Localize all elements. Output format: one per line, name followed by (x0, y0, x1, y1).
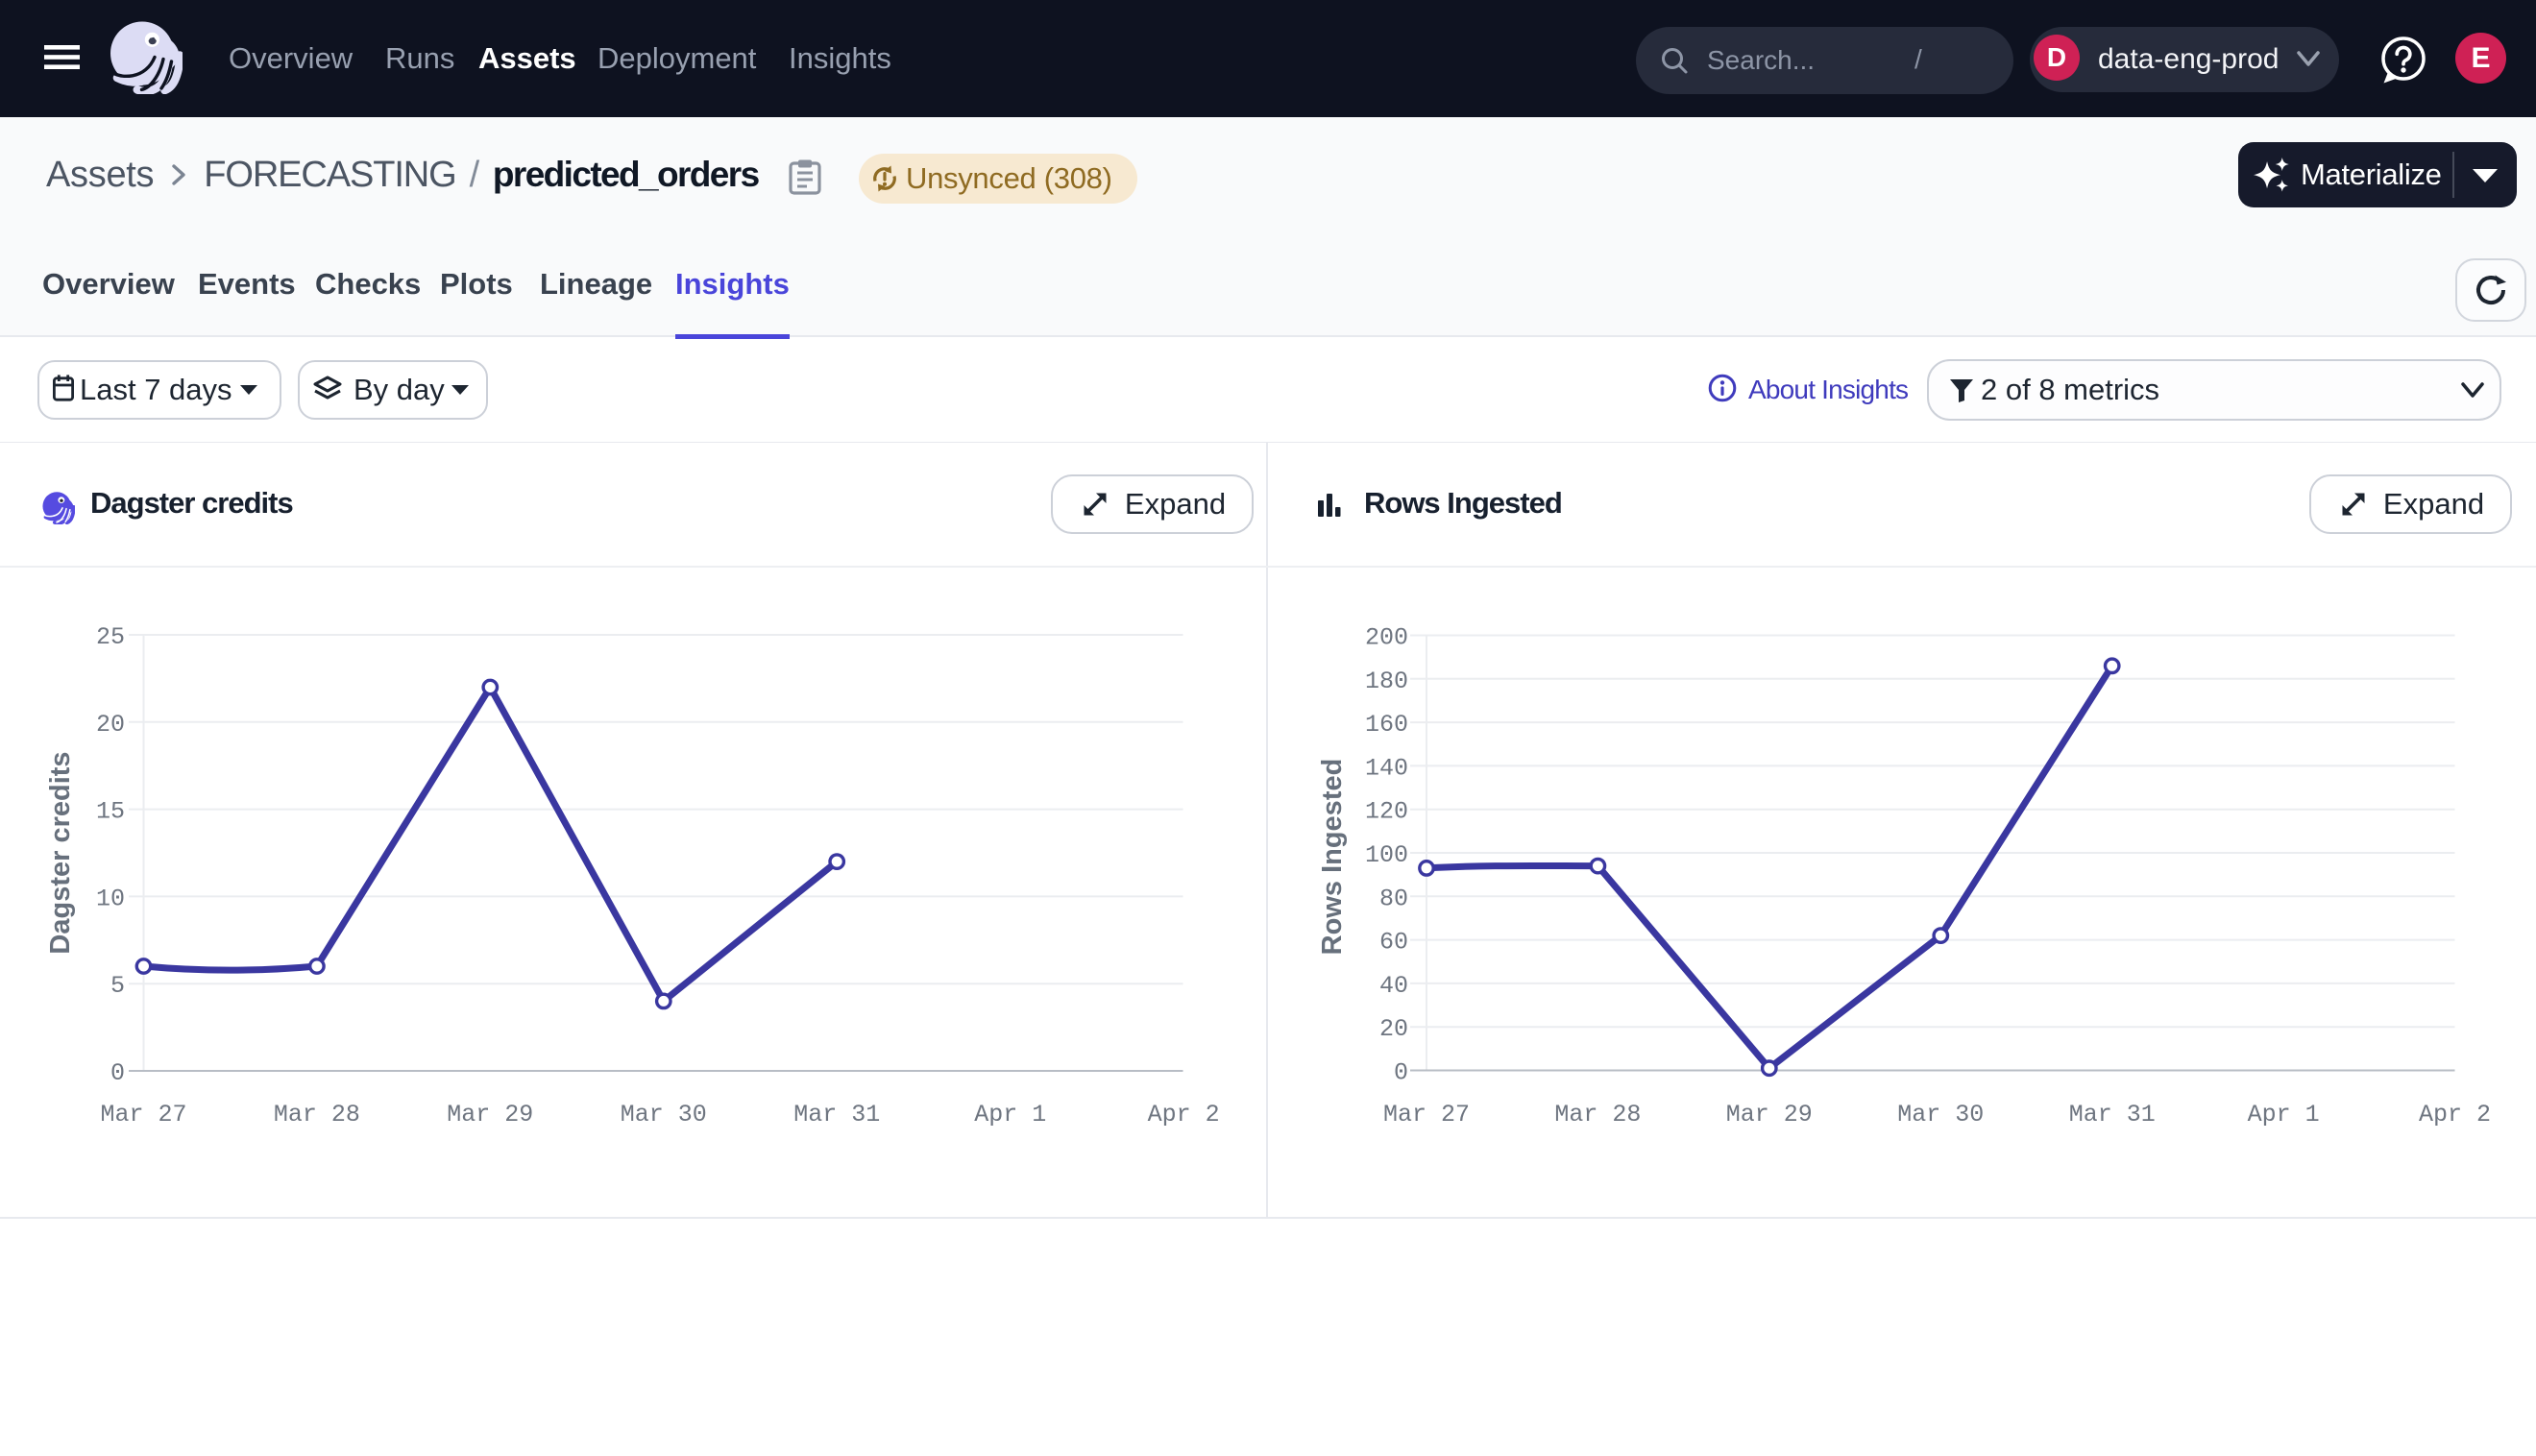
svg-text:25: 25 (96, 623, 125, 651)
svg-text:120: 120 (1365, 798, 1408, 826)
svg-text:Apr 1: Apr 1 (2248, 1101, 2320, 1128)
svg-text:Mar 30: Mar 30 (1897, 1101, 1984, 1128)
svg-text:140: 140 (1365, 754, 1408, 782)
svg-text:Apr 2: Apr 2 (1148, 1101, 1220, 1128)
svg-text:15: 15 (96, 798, 125, 826)
svg-text:40: 40 (1379, 972, 1408, 1000)
svg-text:5: 5 (110, 972, 125, 1000)
svg-text:Rows Ingested: Rows Ingested (1317, 759, 1348, 956)
svg-text:Mar 28: Mar 28 (1554, 1101, 1641, 1128)
svg-text:100: 100 (1365, 841, 1408, 869)
svg-text:0: 0 (110, 1059, 125, 1087)
svg-text:60: 60 (1379, 929, 1408, 957)
svg-text:20: 20 (96, 711, 125, 739)
svg-text:180: 180 (1365, 667, 1408, 695)
svg-text:10: 10 (96, 885, 125, 912)
svg-text:Mar 31: Mar 31 (793, 1101, 880, 1128)
svg-text:Apr 1: Apr 1 (974, 1101, 1046, 1128)
svg-text:Mar 31: Mar 31 (2069, 1101, 2156, 1128)
svg-text:Apr 2: Apr 2 (2419, 1101, 2491, 1128)
svg-text:Mar 30: Mar 30 (621, 1101, 707, 1128)
svg-text:20: 20 (1379, 1015, 1408, 1043)
svg-text:Mar 27: Mar 27 (1383, 1101, 1470, 1128)
svg-text:Mar 27: Mar 27 (100, 1101, 186, 1128)
svg-text:80: 80 (1379, 885, 1408, 912)
svg-text:Mar 28: Mar 28 (274, 1101, 360, 1128)
svg-text:0: 0 (1394, 1059, 1408, 1087)
svg-text:Mar 29: Mar 29 (1726, 1101, 1813, 1128)
svg-text:200: 200 (1365, 624, 1408, 652)
svg-text:160: 160 (1365, 711, 1408, 739)
svg-text:Dagster credits: Dagster credits (45, 751, 76, 954)
svg-text:Mar 29: Mar 29 (447, 1101, 533, 1128)
